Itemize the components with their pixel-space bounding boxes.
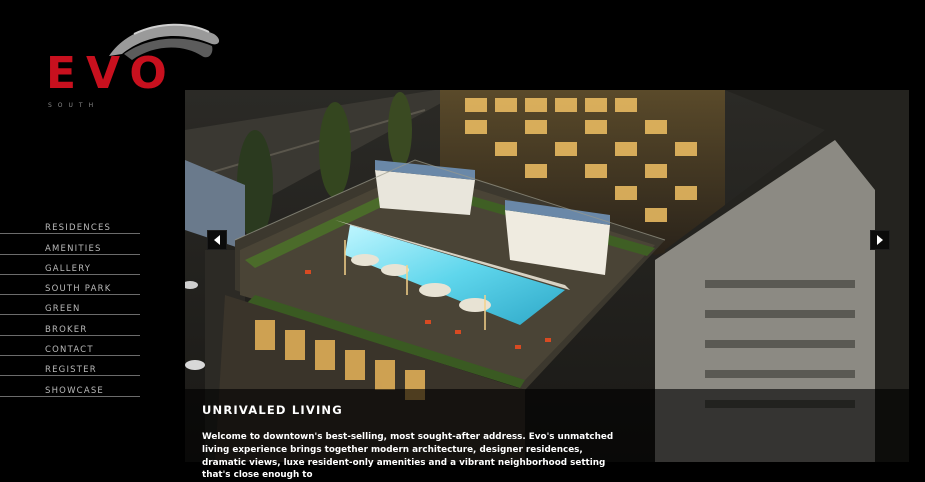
nav-item-label: REGISTER xyxy=(45,365,97,376)
nav-item-south-park[interactable]: SOUTH PARK xyxy=(0,275,140,296)
hero-caption: UNRIVALED LIVING Welcome to downtown's b… xyxy=(185,389,909,480)
evo-logo[interactable]: EVO SOUTH xyxy=(44,14,220,114)
main-nav: RESIDENCES AMENITIES GALLERY SOUTH PARK … xyxy=(0,214,140,397)
caption-title: UNRIVALED LIVING xyxy=(202,403,343,417)
brand-name: EVO xyxy=(46,48,177,99)
nav-item-label: RESIDENCES xyxy=(45,223,112,234)
nav-item-label: GALLERY xyxy=(45,263,92,274)
hero-next-button[interactable] xyxy=(870,230,890,250)
nav-item-amenities[interactable]: AMENITIES xyxy=(0,234,140,255)
nav-item-label: GREEN xyxy=(45,304,81,315)
nav-item-gallery[interactable]: GALLERY xyxy=(0,255,140,275)
hero-prev-button[interactable] xyxy=(207,230,227,250)
nav-item-label: SOUTH PARK xyxy=(45,284,112,295)
nav-item-register[interactable]: REGISTER xyxy=(0,356,140,377)
nav-item-label: SHOWCASE xyxy=(45,385,104,396)
nav-item-contact[interactable]: CONTACT xyxy=(0,336,140,357)
nav-item-broker[interactable]: BROKER xyxy=(0,315,140,336)
chevron-left-icon xyxy=(214,235,220,245)
nav-item-residences[interactable]: RESIDENCES xyxy=(0,214,140,235)
chevron-right-icon xyxy=(877,235,883,245)
nav-item-green[interactable]: GREEN xyxy=(0,295,140,316)
nav-item-showcase[interactable]: SHOWCASE xyxy=(0,376,140,397)
nav-item-label: CONTACT xyxy=(45,345,94,356)
brand-subtitle: SOUTH xyxy=(48,102,100,109)
caption-body: Welcome to downtown's best-selling, most… xyxy=(202,432,614,481)
nav-item-label: BROKER xyxy=(45,324,88,335)
nav-item-label: AMENITIES xyxy=(45,243,102,254)
